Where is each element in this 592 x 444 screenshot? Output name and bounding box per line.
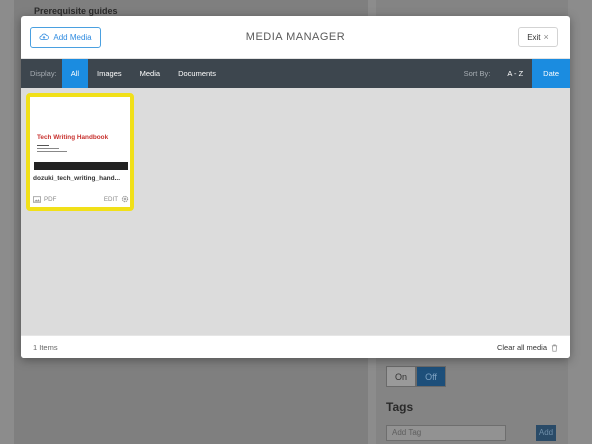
sort-date[interactable]: Date [532,59,570,88]
file-type-label: PDF [44,195,57,203]
thumbnail-footer-bar [34,162,128,170]
sort-by-label: Sort By: [463,69,491,78]
filter-media[interactable]: Media [131,59,169,88]
thumbnail-text-line [37,151,67,153]
exit-label: Exit [527,32,541,42]
clear-all-media-button[interactable]: Clear all media [497,343,558,352]
add-tag-button: Add [536,425,556,441]
toggle-on: On [386,366,416,387]
on-off-toggle: On Off [386,366,446,387]
close-icon: × [543,32,549,42]
gear-icon [121,195,129,203]
media-manager-modal: Add Media MEDIA MANAGER Exit × Display: … [21,16,570,358]
thumbnail-text-line [37,145,49,147]
prerequisite-guides-heading: Prerequisite guides [34,6,118,16]
trash-icon [551,344,558,352]
edit-button[interactable]: EDIT [104,195,129,203]
filter-images[interactable]: Images [88,59,131,88]
filter-documents[interactable]: Documents [169,59,225,88]
media-grid: Tech Writing Handbook dozuki_tech_writin… [21,88,570,335]
thumbnail-title: Tech Writing Handbook [37,134,109,141]
tags-heading: Tags [386,400,414,414]
modal-footer: 1 Items Clear all media [21,335,570,358]
image-icon [33,195,41,203]
clear-all-label: Clear all media [496,343,547,352]
display-label: Display: [30,69,57,78]
file-type: PDF [33,196,56,203]
media-item-card[interactable]: Tech Writing Handbook dozuki_tech_writin… [26,93,134,211]
toggle-off: Off [416,366,446,387]
modal-title: MEDIA MANAGER [245,31,346,43]
sort-controls: Sort By: A - Z Date [464,59,570,88]
card-footer: PDF EDIT [33,194,129,204]
sort-a-z[interactable]: A - Z [498,59,532,88]
file-name: dozuki_tech_writing_hand... [33,175,121,182]
tag-input: Add Tag [386,425,506,441]
modal-header: Add Media MEDIA MANAGER Exit × [21,16,570,59]
exit-button[interactable]: Exit × [518,27,558,47]
items-count: 1 Items [33,343,58,352]
thumbnail-text-line [37,148,59,150]
document-thumbnail: Tech Writing Handbook [32,99,128,171]
filter-all[interactable]: All [61,59,89,88]
media-toolbar: Display: All Images Media Documents Sort… [21,59,570,88]
edit-label: EDIT [103,195,118,203]
